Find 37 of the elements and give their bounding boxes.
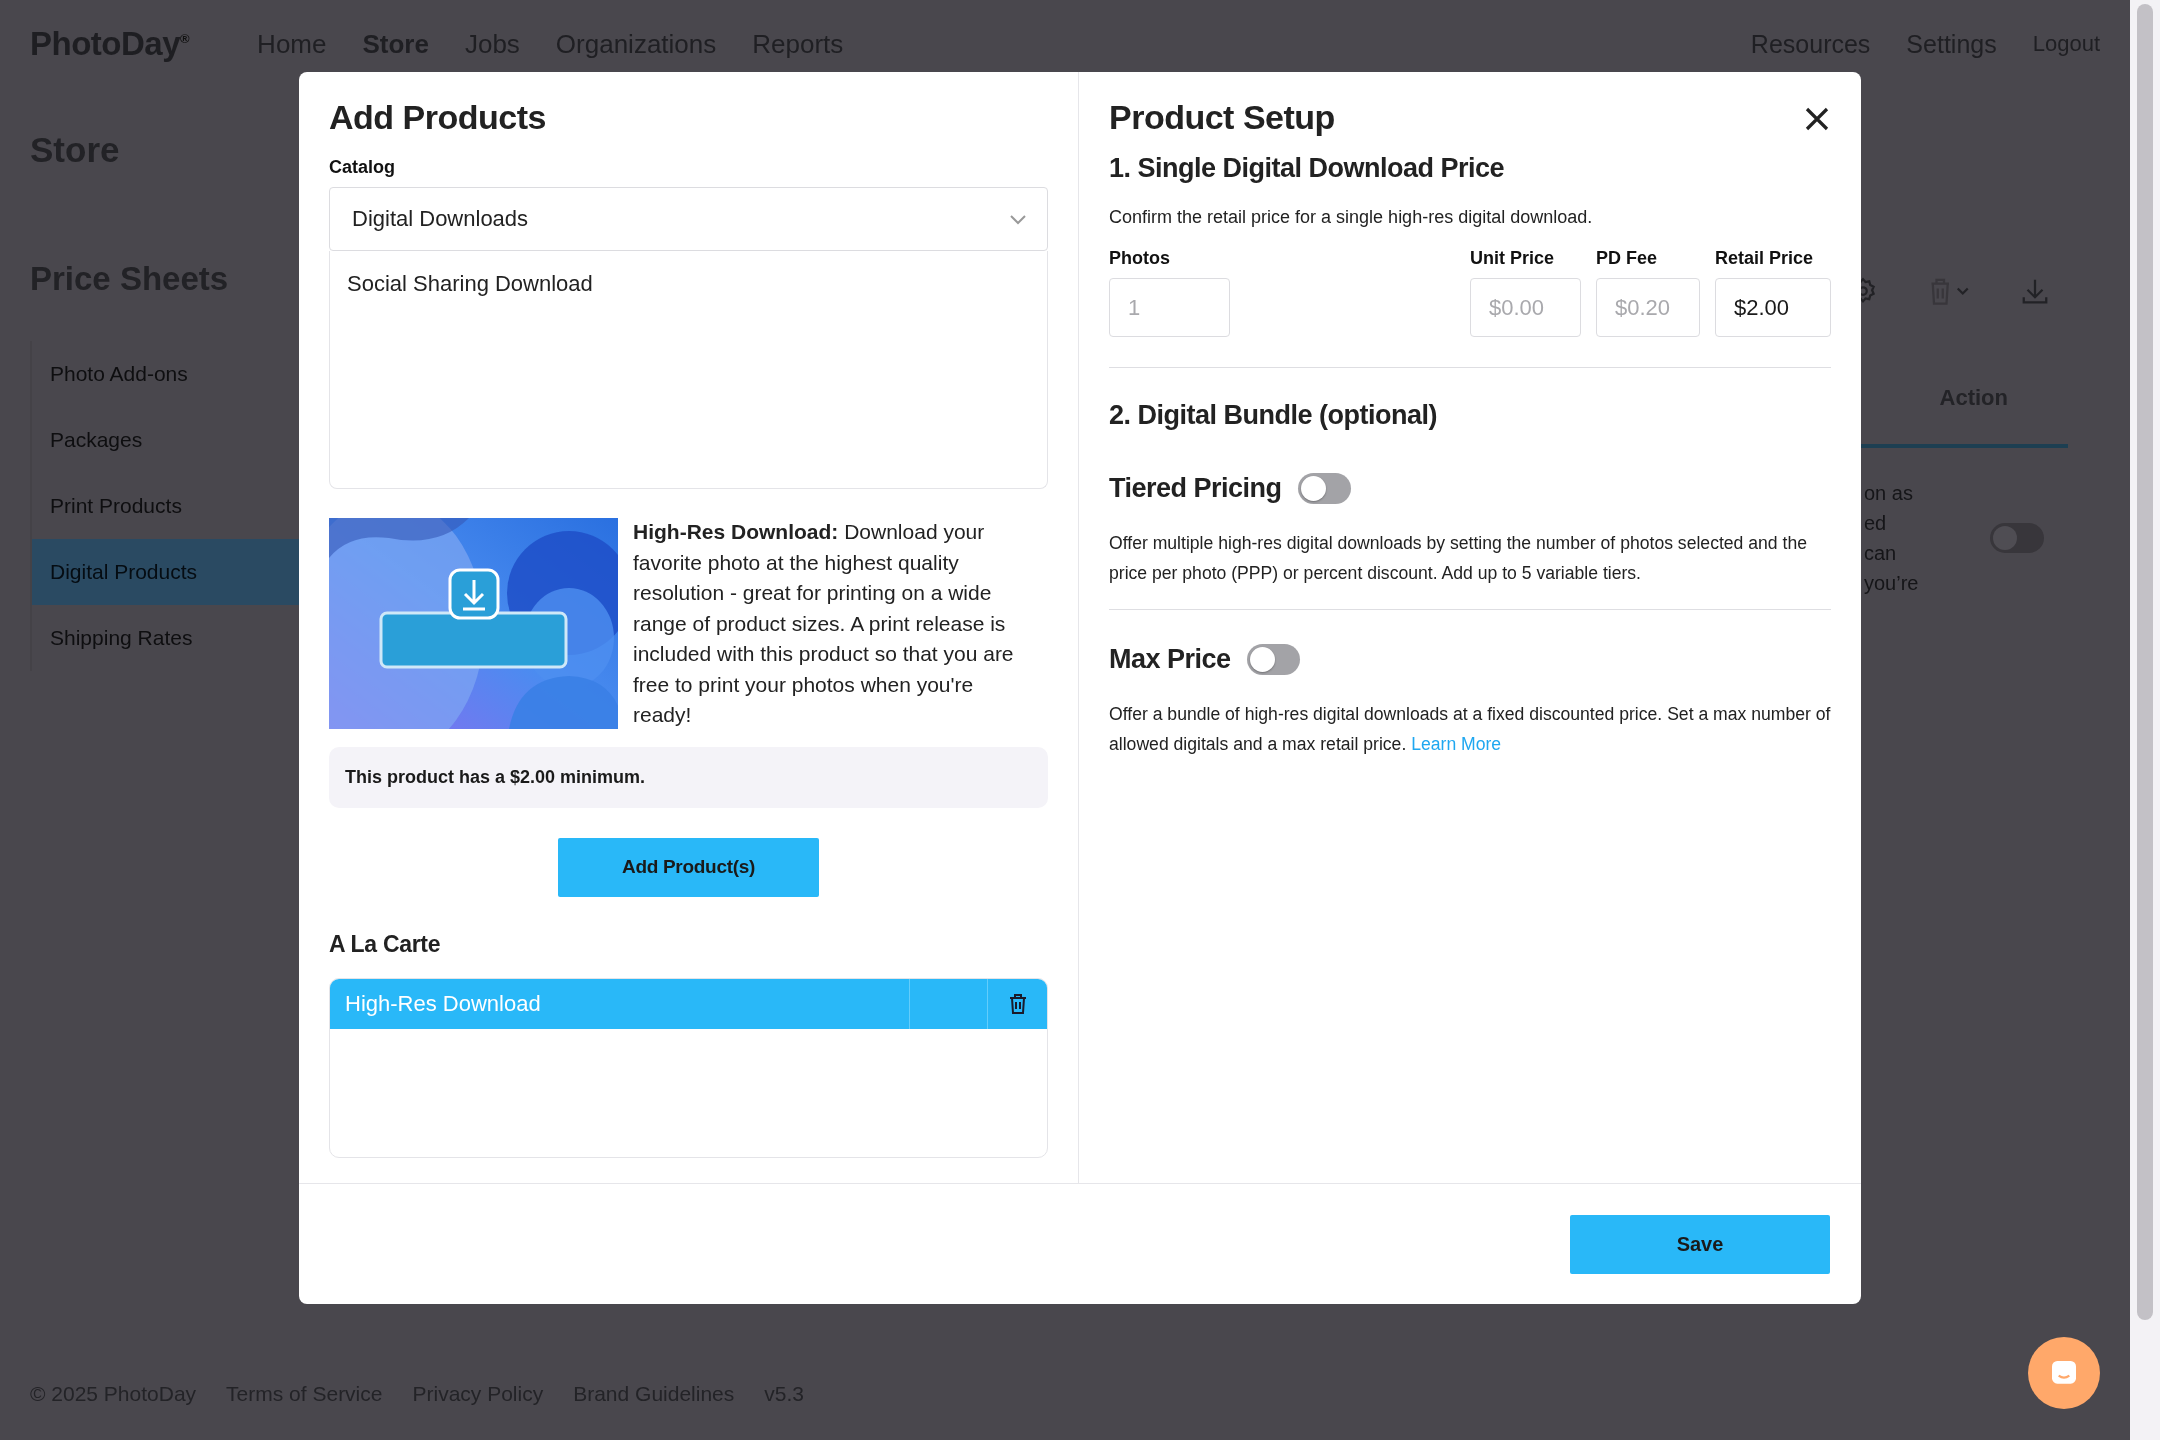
catalog-dropdown[interactable]: Digital Downloads xyxy=(329,187,1048,251)
field-label: Unit Price xyxy=(1470,248,1556,269)
sidebar-item[interactable]: Print Products xyxy=(32,473,300,539)
toggle-switch[interactable] xyxy=(1990,523,2044,553)
product-name: High-Res Download xyxy=(344,990,542,1017)
toggle-switch[interactable] xyxy=(1246,644,1300,675)
option-description: Offer a bundle of high-res digital downloads at a fixed discounted price. Set a max number of allowed digitals and a max retail price. Learn More xyxy=(1109,703,1831,756)
price-field[interactable]: $2.00 xyxy=(1715,278,1831,337)
learn-more-link[interactable]: Learn More xyxy=(1411,734,1502,754)
field-label: PD Fee xyxy=(1596,248,1659,269)
sidebar-item[interactable]: Packages xyxy=(32,407,300,473)
section-title: A La Carte xyxy=(329,930,442,958)
section-heading: 1. Single Digital Download Price xyxy=(1109,153,1506,184)
section-description: Confirm the retail price for a single high-res digital download. xyxy=(1109,206,1594,229)
product-description: High-Res Download: Download your favorite photo at the highest quality resolution - great for printing on a wide range of product sizes. A print release is included with this product so that you are free to print your photos when you're ready! xyxy=(633,519,1015,728)
dialog-title: Add Products xyxy=(329,98,546,137)
section-heading: 2. Digital Bundle (optional) xyxy=(1109,400,1438,431)
notice-text: This product has a $2.00 minimum. xyxy=(345,766,646,788)
list-item[interactable]: Social Sharing Download xyxy=(347,271,1030,297)
option-description: Offer multiple high-res digital downloads by setting the number of photos selected and the price per photo (PPP) or percent discount. Add up to 5 variable tiers. xyxy=(1109,532,1808,585)
option-title: Max Price xyxy=(1109,644,1231,675)
dialog-title: Product Setup xyxy=(1109,98,1335,137)
sidebar-item[interactable]: Digital Products xyxy=(32,539,300,605)
scrollbar[interactable] xyxy=(2130,0,2160,1440)
field-label: Photos xyxy=(1109,248,1171,269)
sidebar-item[interactable]: Shipping Rates xyxy=(32,605,300,671)
sidebar-item[interactable]: Photo Add-ons xyxy=(32,341,300,407)
close-button[interactable] xyxy=(1804,106,1830,132)
field-label: Retail Price xyxy=(1715,248,1815,269)
add-products-button[interactable]: Add Product(s) xyxy=(558,837,819,897)
chevron-down-icon xyxy=(1009,213,1027,225)
trash-icon[interactable] xyxy=(1008,992,1027,1015)
save-button[interactable]: Save xyxy=(1570,1214,1830,1274)
field-label: Catalog xyxy=(329,157,396,178)
toggle-switch[interactable] xyxy=(1297,473,1351,504)
table-row[interactable]: High-Res Download xyxy=(330,978,1047,1029)
option-title: Tiered Pricing xyxy=(1109,473,1282,504)
